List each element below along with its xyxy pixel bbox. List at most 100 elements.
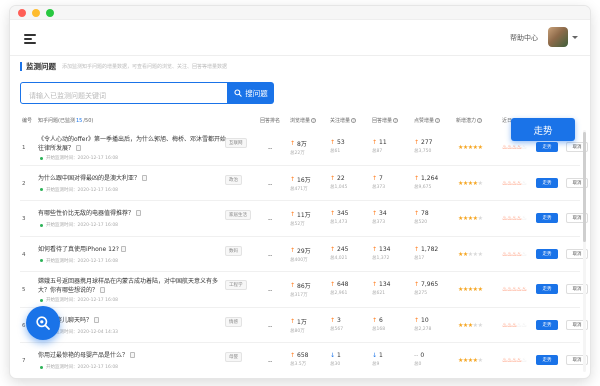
flame-icon: ♨ — [521, 215, 527, 222]
likes-increment: ↑ 10 总2,278 — [414, 316, 432, 332]
help-icon[interactable]: ? — [477, 118, 483, 123]
answer-rank: -- — [268, 216, 273, 223]
hot-rating: ♨♨♨♨♨ — [502, 321, 527, 329]
hot-rating: ♨♨♨♨♨ — [502, 180, 527, 187]
app-window: 帮助中心 监测问题 添加监测知乎问题的增量数据，可查看问题的浏览、关注、回答等增… — [10, 6, 590, 378]
question-title-link[interactable]: 嫦娥五号返回器携月球样品在内蒙古成功着陆，对中国航天意义有多大？你有哪些想说的？ — [38, 278, 228, 295]
menu-toggle-icon[interactable] — [24, 34, 36, 44]
close-window-dot[interactable] — [18, 9, 26, 17]
search-icon — [234, 89, 242, 97]
trend-button[interactable]: 走势 — [536, 355, 558, 365]
table-row[interactable]: 4 如何看待了真使用iPhone 12? 数码 开始监测时间：2020-12-17 1… — [20, 237, 588, 272]
row-index: 7 — [22, 358, 26, 364]
search-fab-button[interactable] — [26, 306, 60, 340]
trend-up-icon: ↑ — [414, 316, 420, 324]
star-icon: ★ — [477, 286, 483, 293]
window-titlebar — [10, 6, 590, 20]
question-title-link[interactable]: 如何看待了真使用iPhone 12? — [38, 245, 228, 255]
trend-tooltip: 走势 — [511, 118, 575, 141]
trend-up-icon: ↑ — [372, 139, 378, 146]
trend-up-icon: ↑ — [372, 281, 378, 288]
col-question: 知乎问题(已监测 15/50) — [38, 117, 94, 125]
question-title-link[interactable]: 为什么跟中国对得最凶的是澳大利亚？ — [38, 174, 228, 184]
likes-increment: ↑ 277 总3,750 — [414, 139, 433, 154]
potential-rating: ★★★★★ — [458, 215, 483, 222]
help-center-link[interactable]: 帮助中心 — [510, 33, 538, 43]
col-potential: 新增潜力? — [456, 118, 483, 124]
avatar[interactable] — [548, 27, 568, 47]
section-header: 监测问题 添加监测知乎问题的增量数据，可查看问题的浏览、关注、回答等增量数据 — [20, 62, 227, 71]
col-views: 浏览增量? — [290, 118, 317, 124]
document-icon — [94, 316, 100, 323]
hot-rating: ♨♨♨♨♨ — [502, 251, 527, 258]
status-dot-icon — [40, 365, 43, 369]
status-dot-icon — [40, 259, 43, 262]
help-icon[interactable]: ? — [311, 118, 317, 123]
table-row[interactable]: 2 为什么跟中国对得最凶的是澳大利亚？ 政治 开始监测时间：2020-12-17 16… — [20, 166, 588, 201]
topic-tag[interactable]: 家居生活 — [225, 210, 251, 220]
trend-button[interactable]: 走势 — [536, 319, 558, 330]
trend-up-icon: ↑ — [330, 245, 336, 253]
document-icon — [130, 352, 136, 358]
row-index: 1 — [22, 145, 26, 151]
trend-button[interactable]: 走势 — [536, 213, 558, 223]
maximize-window-dot[interactable] — [46, 9, 54, 17]
search-input[interactable] — [21, 86, 227, 106]
search-button-label: 搜问题 — [245, 88, 268, 98]
document-icon — [100, 286, 106, 293]
topic-tag[interactable]: 政治 — [225, 174, 242, 185]
minimize-window-dot[interactable] — [32, 9, 40, 17]
trend-button[interactable]: 走势 — [536, 177, 558, 188]
table-row[interactable]: 6 么要跟婆儿聊天吗？ 情感 开始监测时间：2020-12-04 14:33 -- ↑ 1万… — [20, 308, 588, 343]
table-row[interactable]: 7 你用过最惊艳的母婴产品是什么？ 母婴 开始监测时间：2020-12-17 16:0… — [20, 343, 588, 378]
topic-tag[interactable]: 数码 — [225, 245, 242, 256]
section-accent-bar — [20, 62, 22, 71]
topic-tag[interactable]: 互联网 — [225, 138, 247, 148]
trend-up-icon: ↑ — [290, 282, 296, 289]
likes-increment: ↑ 1,264 总9,675 — [414, 174, 439, 190]
potential-rating: ★★★★★ — [458, 286, 483, 293]
help-icon[interactable]: ? — [351, 118, 357, 123]
flame-icon: ♨ — [521, 144, 527, 151]
scrollbar-thumb[interactable] — [583, 132, 586, 242]
trend-up-icon: ↑ — [372, 174, 378, 182]
trend-up-icon: ↑ — [330, 281, 336, 288]
trend-up-icon: ↑ — [414, 210, 420, 217]
col-answers: 回答增量? — [372, 118, 399, 124]
question-title-link[interactable]: 你用过最惊艳的母婴产品是什么？ — [38, 352, 228, 361]
flame-icon: ♨ — [521, 321, 527, 329]
flame-icon: ♨ — [521, 357, 527, 364]
star-icon: ★ — [477, 357, 483, 364]
monitor-start-time: 开始监测时间：2020-12-17 16:08 — [40, 222, 118, 228]
help-icon[interactable]: ? — [435, 118, 441, 123]
status-dot-icon — [40, 156, 43, 160]
topic-tag[interactable]: 母婴 — [225, 352, 242, 362]
search-button[interactable]: 搜问题 — [228, 82, 274, 104]
chevron-down-icon[interactable] — [572, 36, 578, 39]
topic-tag[interactable]: 情感 — [225, 316, 242, 327]
row-index: 4 — [22, 251, 26, 258]
trend-button[interactable]: 走势 — [536, 284, 558, 294]
top-header: 帮助中心 — [10, 20, 590, 56]
question-title-link[interactable]: 有哪些性价比无敌的电器值得推荐？ — [38, 210, 228, 219]
likes-increment: ↑ 78 总520 — [414, 210, 429, 225]
table-row[interactable]: 5 嫦娥五号返回器携月球样品在内蒙古成功着陆，对中国航天意义有多大？你有哪些想说的… — [20, 272, 588, 308]
question-title-link[interactable]: 么要跟婆儿聊天吗？ — [38, 316, 228, 326]
search-field — [20, 82, 228, 106]
hot-rating: ♨♨♨♨♨ — [502, 215, 527, 222]
table-row[interactable]: 3 有哪些性价比无敌的电器值得推荐？ 家居生活 开始监测时间：2020-12-17 1… — [20, 201, 588, 237]
trend-button[interactable]: 走势 — [536, 142, 558, 152]
trend-up-icon: ↑ — [290, 175, 296, 183]
help-icon[interactable]: ? — [393, 118, 399, 123]
trend-button[interactable]: 走势 — [536, 248, 558, 259]
question-title-link[interactable]: 《令人心动的offer》第一季播出后，为什么郭旭、梅桥、邓沐雪都开始往律所发展？ — [38, 136, 228, 153]
table-row[interactable]: 1 《令人心动的offer》第一季播出后，为什么郭旭、梅桥、邓沐雪都开始往律所发展… — [20, 130, 588, 166]
question-count: 15 — [75, 117, 83, 124]
trend-up-icon: ↑ — [414, 139, 420, 146]
potential-rating: ★★★★★ — [458, 144, 483, 151]
trend-flat-icon: -- — [414, 352, 419, 359]
answer-rank: -- — [268, 180, 273, 188]
hot-rating: ♨♨♨♨♨ — [502, 286, 527, 293]
topic-tag[interactable]: 工程学 — [225, 280, 247, 290]
row-index: 5 — [22, 287, 26, 293]
